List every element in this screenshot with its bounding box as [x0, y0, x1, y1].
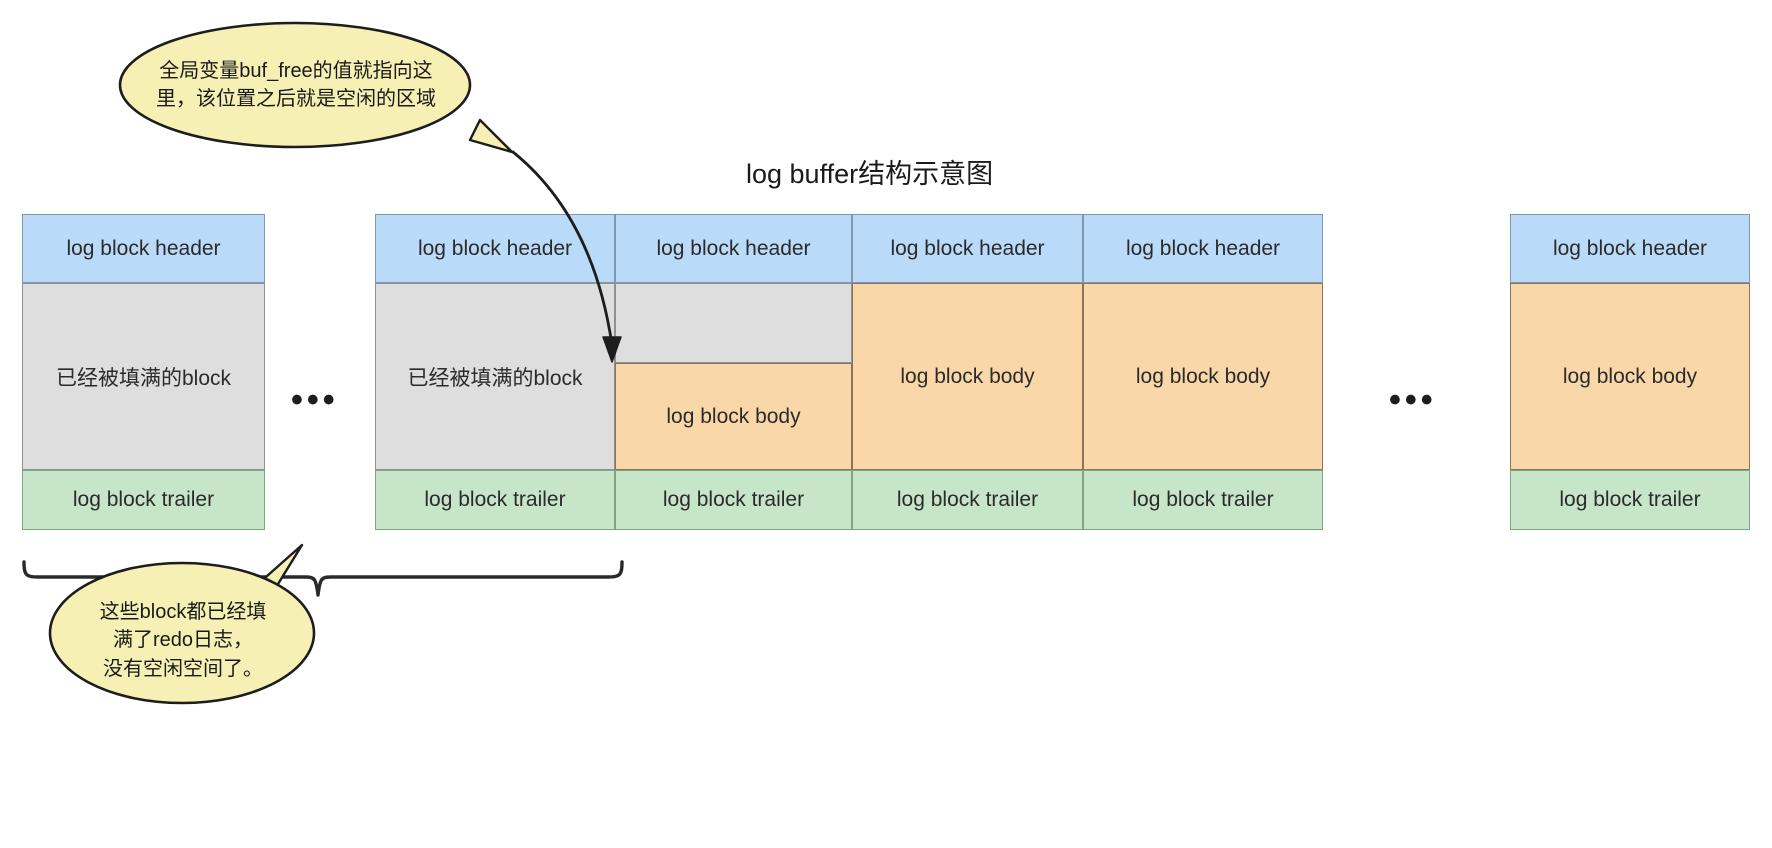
annotation-layer: [22, 21, 624, 705]
buf-free-callout-shape: [118, 21, 514, 154]
diagram-canvas: log buffer结构示意图 log block header 已经被填满的b…: [0, 0, 1772, 848]
buf-free-pointer-arrow: [511, 150, 622, 363]
filled-blocks-callout-shape: [48, 543, 316, 705]
